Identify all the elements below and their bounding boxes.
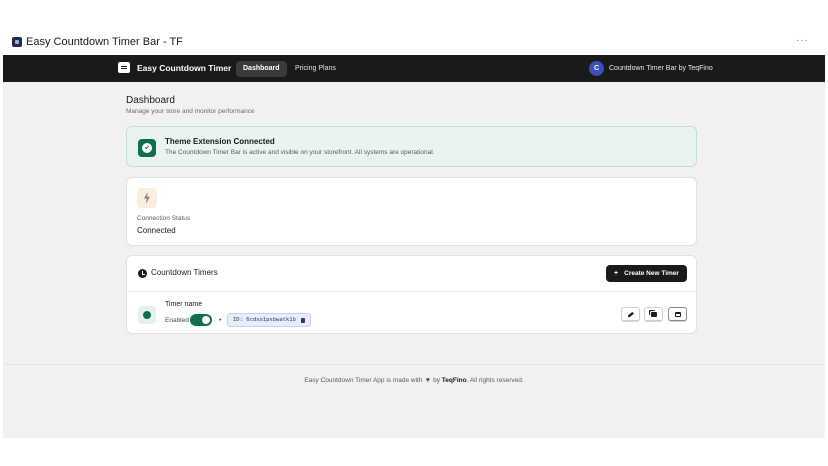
tab-pricing-plans[interactable]: Pricing Plans <box>288 61 343 77</box>
brand-name: Easy Countdown Timer <box>137 62 232 73</box>
timer-status-label: Enabled <box>165 317 189 324</box>
timer-clock-icon <box>138 306 156 324</box>
brand[interactable]: Easy Countdown Timer <box>118 62 231 73</box>
connection-status-value: Connected <box>137 226 176 235</box>
separator-dot: • <box>219 317 222 324</box>
banner-title: Theme Extension Connected <box>165 137 275 146</box>
top-navigation: Easy Countdown Timer Dashboard Pricing P… <box>3 55 825 82</box>
footer: Easy Countdown Timer App is made with ♥ … <box>3 377 825 384</box>
plus-icon: + <box>614 270 619 277</box>
countdown-timers-card: Countdown Timers + Create New Timer Time… <box>126 255 697 334</box>
footer-suffix: . All rights reserved. <box>466 377 524 384</box>
banner-description: The Countdown Timer Bar is active and vi… <box>165 149 435 156</box>
more-options-icon[interactable]: ··· <box>796 35 809 46</box>
account-menu[interactable]: C Countdown Timer Bar by TeqFino <box>589 61 713 76</box>
connection-status-label: Connection Status <box>137 215 191 222</box>
brand-logo-icon <box>118 62 130 73</box>
duplicate-timer-button[interactable] <box>644 307 663 321</box>
account-name: Countdown Timer Bar by TeqFino <box>609 65 713 72</box>
tab-dashboard[interactable]: Dashboard <box>236 61 287 77</box>
timer-name: Timer name <box>165 301 203 308</box>
duplicate-icon <box>651 312 657 317</box>
footer-divider <box>3 364 825 365</box>
timers-title: Countdown Timers <box>151 268 218 277</box>
page-subtitle: Manage your store and monitor performanc… <box>126 108 255 115</box>
clock-icon <box>138 269 147 278</box>
create-new-timer-button[interactable]: + Create New Timer <box>606 265 687 282</box>
pencil-icon <box>628 312 634 317</box>
timer-enabled-toggle[interactable] <box>190 314 212 326</box>
footer-brand[interactable]: TeqFino <box>442 377 467 384</box>
avatar: C <box>589 61 604 76</box>
app-icon <box>12 36 22 47</box>
edit-timer-button[interactable] <box>621 307 640 321</box>
app-frame: Easy Countdown Timer Bar - TF ··· Easy C… <box>3 28 825 438</box>
page-title: Dashboard <box>126 95 175 106</box>
theme-extension-banner: Theme Extension Connected The Countdown … <box>126 126 697 167</box>
copy-id-icon[interactable] <box>300 317 305 323</box>
heart-icon: ♥ <box>425 377 430 384</box>
title-bar: Easy Countdown Timer Bar - TF ··· <box>3 28 825 55</box>
app-title: Easy Countdown Timer Bar - TF <box>26 35 183 48</box>
timer-id-chip[interactable]: ID: 6cdxo1pxbwatk1b <box>227 313 311 327</box>
footer-by: by <box>433 377 440 384</box>
lightning-bolt-icon <box>137 188 157 208</box>
timer-id-text: ID: 6cdxo1pxbwatk1b <box>233 317 296 323</box>
check-circle-icon <box>138 139 156 157</box>
create-new-timer-label: Create New Timer <box>624 270 679 277</box>
timers-header: Countdown Timers + Create New Timer <box>127 256 696 292</box>
connection-status-card: Connection Status Connected <box>126 177 697 246</box>
trash-icon <box>675 312 681 317</box>
footer-prefix: Easy Countdown Timer App is made with <box>304 377 423 384</box>
delete-timer-button[interactable] <box>668 307 687 321</box>
